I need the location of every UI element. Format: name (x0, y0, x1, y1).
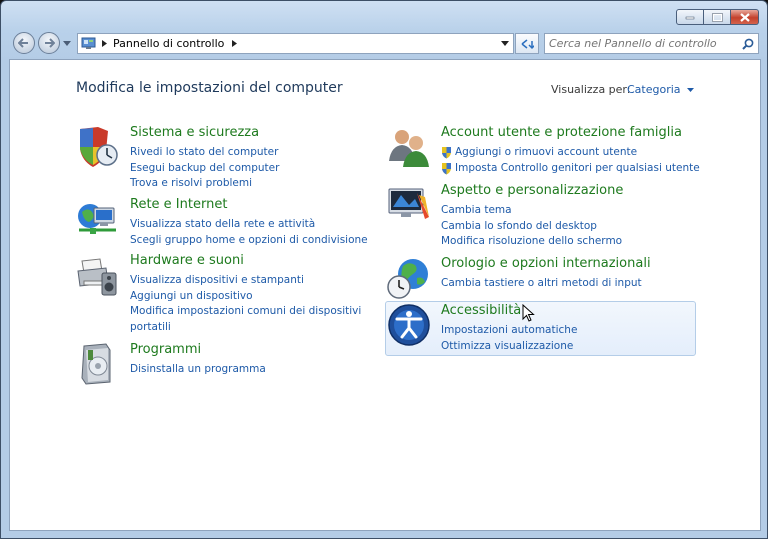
link-add-remove-accounts[interactable]: Aggiungi o rimuovi account utente (441, 145, 700, 161)
category-links: Rivedi lo stato del computer Esegui back… (130, 145, 279, 192)
category-heading[interactable]: Sistema e sicurezza (130, 125, 259, 140)
close-icon (739, 12, 750, 22)
breadcrumb-chevron-icon[interactable] (232, 40, 238, 47)
link-review-computer-status[interactable]: Rivedi lo stato del computer (130, 145, 279, 161)
back-arrow-icon (18, 38, 28, 48)
uac-shield-icon (442, 162, 451, 175)
refresh-arrows-icon (521, 38, 534, 49)
caption-buttons (676, 9, 759, 25)
view-by-dropdown[interactable]: Categoria (627, 83, 695, 96)
breadcrumb-control-panel[interactable]: Pannello di controllo (113, 37, 224, 50)
link-change-theme[interactable]: Cambia tema (441, 203, 622, 219)
breadcrumb-separator-icon (102, 40, 107, 47)
globe-clock-icon (387, 259, 428, 299)
view-by-label: Visualizza per: (551, 83, 631, 96)
search-input[interactable] (549, 36, 734, 51)
link-network-status[interactable]: Visualizza stato della rete e attività (130, 217, 368, 233)
category-links: Visualizza stato della rete e attività S… (130, 217, 368, 248)
refresh-button[interactable] (515, 33, 539, 54)
maximize-button[interactable] (704, 9, 731, 25)
category-links: Cambia tema Cambia lo sfondo del desktop… (441, 203, 622, 250)
view-by-chevron-icon[interactable] (687, 88, 695, 92)
link-add-remove-accounts-label[interactable]: Aggiungi o rimuovi account utente (455, 145, 637, 161)
link-screen-resolution[interactable]: Modifica risoluzione dello schermo (441, 234, 622, 250)
category-heading[interactable]: Aspetto e personalizzazione (441, 183, 623, 198)
uac-shield-icon (442, 147, 451, 159)
category-heading[interactable]: Hardware e suoni (130, 253, 244, 268)
link-parental-controls[interactable]: Imposta Controllo genitori per qualsiasi… (441, 161, 700, 177)
main-content: Modifica le impostazioni del computer Vi… (9, 59, 761, 531)
link-automatic-settings[interactable]: Impostazioni automatiche (441, 323, 577, 339)
link-optimize-display[interactable]: Ottimizza visualizzazione (441, 339, 577, 355)
shield-clock-icon (80, 127, 118, 167)
accessibility-icon (388, 304, 430, 346)
link-homegroup-sharing[interactable]: Scegli gruppo home e opzioni di condivis… (130, 233, 368, 249)
address-bar[interactable]: Pannello di controllo (77, 33, 514, 54)
navigation-toolbar: Pannello di controllo (1, 31, 767, 57)
minimize-icon (685, 16, 695, 20)
page-title: Modifica le impostazioni del computer (76, 80, 343, 96)
recent-pages-chevron-icon[interactable] (63, 41, 71, 46)
mouse-cursor-icon (522, 304, 535, 322)
category-heading[interactable]: Accessibilità (441, 303, 521, 318)
programs-box-icon (81, 343, 111, 385)
search-icon[interactable] (742, 38, 754, 50)
link-uninstall-program[interactable]: Disinstalla un programma (130, 362, 266, 378)
control-panel-icon (81, 37, 96, 49)
category-links: Disinstalla un programma (130, 362, 266, 378)
link-mobility-settings[interactable]: Modifica impostazioni comuni dei disposi… (130, 304, 361, 320)
link-keyboards-input[interactable]: Cambia tastiere o altri metodi di input (441, 276, 642, 292)
network-globe-icon (78, 204, 116, 234)
back-button[interactable] (13, 32, 35, 54)
display-paint-icon (388, 188, 429, 219)
link-parental-controls-label[interactable]: Imposta Controllo genitori per qualsiasi… (455, 161, 700, 177)
close-button[interactable] (731, 9, 759, 25)
printer-speaker-icon (77, 258, 117, 296)
link-add-device[interactable]: Aggiungi un dispositivo (130, 289, 361, 305)
category-heading[interactable]: Rete e Internet (130, 197, 227, 212)
maximize-icon (711, 12, 723, 22)
category-links: Impostazioni automatiche Ottimizza visua… (441, 323, 577, 354)
address-dropdown-icon[interactable] (501, 41, 509, 46)
control-panel-window: Pannello di controllo Modifica le impost… (0, 0, 768, 539)
category-links: Cambia tastiere o altri metodi di input (441, 276, 642, 292)
category-heading[interactable]: Account utente e protezione famiglia (441, 125, 682, 140)
link-mobility-settings-cont[interactable]: portatili (130, 320, 361, 336)
category-links: Visualizza dispositivi e stampanti Aggiu… (130, 273, 361, 335)
category-heading[interactable]: Orologio e opzioni internazionali (441, 256, 651, 271)
category-links: Aggiungi o rimuovi account utente Impost… (441, 145, 700, 176)
link-change-desktop-background[interactable]: Cambia lo sfondo del desktop (441, 219, 622, 235)
link-backup-computer[interactable]: Esegui backup del computer (130, 161, 279, 177)
forward-arrow-icon (45, 38, 55, 48)
link-troubleshoot[interactable]: Trova e risolvi problemi (130, 176, 279, 192)
category-heading[interactable]: Programmi (130, 342, 201, 357)
view-by-value[interactable]: Categoria (627, 83, 681, 96)
users-icon (389, 130, 429, 167)
link-devices-printers[interactable]: Visualizza dispositivi e stampanti (130, 273, 361, 289)
search-box[interactable] (544, 33, 759, 54)
forward-button[interactable] (38, 32, 60, 54)
minimize-button[interactable] (676, 9, 704, 25)
